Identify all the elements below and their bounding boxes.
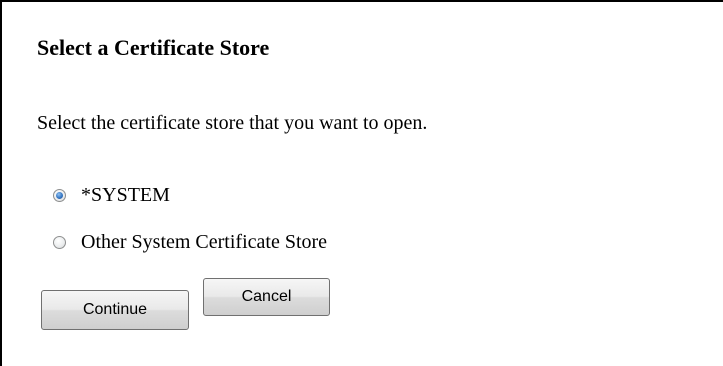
radio-selected-icon[interactable]: [53, 188, 66, 202]
radio-option-other-store[interactable]: Other System Certificate Store: [53, 229, 327, 255]
radio-unselected-icon[interactable]: [53, 235, 66, 249]
continue-button[interactable]: Continue: [41, 290, 189, 330]
instructions-text: Select the certificate store that you wa…: [37, 112, 428, 134]
radio-option-label: Other System Certificate Store: [81, 230, 328, 253]
cancel-button[interactable]: Cancel: [203, 278, 330, 316]
certificate-store-panel: Select a Certificate Store Select the ce…: [0, 0, 723, 366]
page-title: Select a Certificate Store: [37, 35, 270, 60]
radio-option-system[interactable]: *SYSTEM: [53, 182, 170, 208]
radio-option-label: *SYSTEM: [81, 183, 170, 206]
